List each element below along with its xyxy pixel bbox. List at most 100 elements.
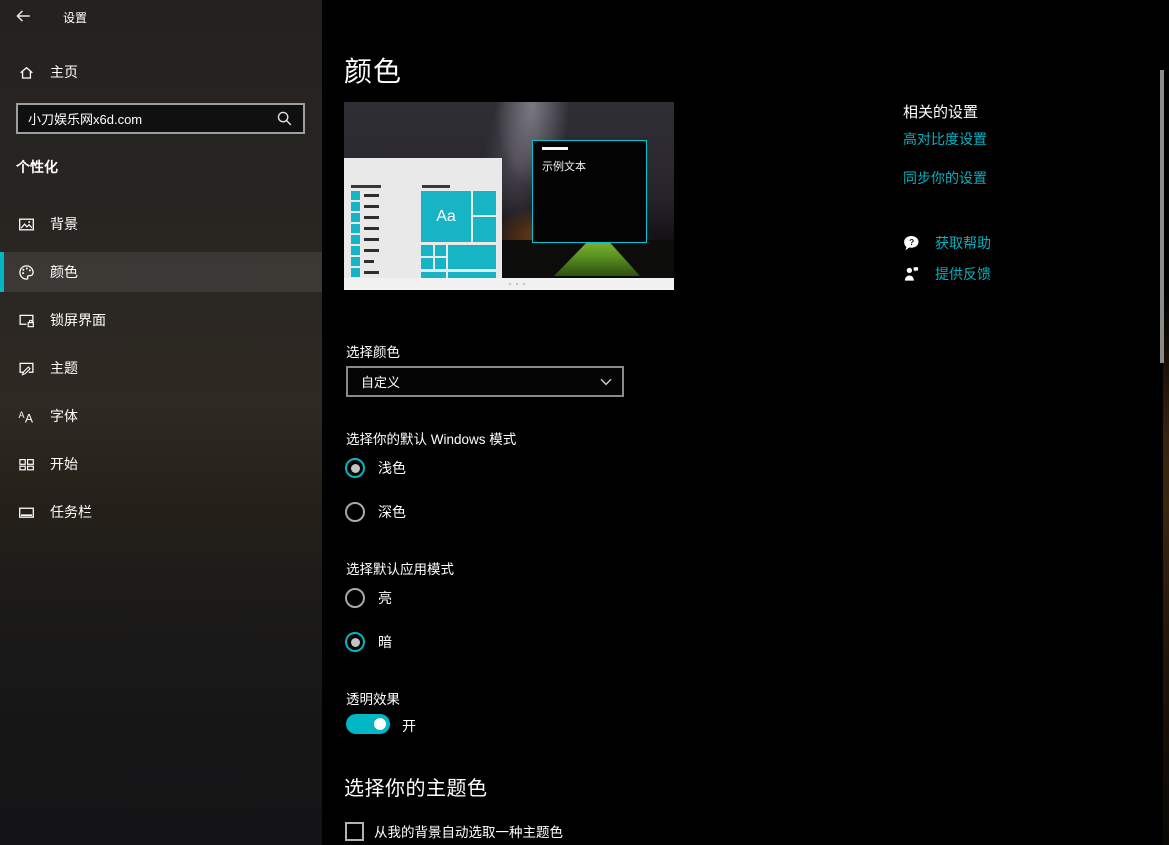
sidebar-item-taskbar[interactable]: 任务栏: [0, 492, 322, 532]
preview-tile: [435, 258, 447, 269]
toggle-state-label: 开: [402, 716, 416, 736]
preview-taskbar-dots: [509, 283, 529, 285]
preview-sample-dash: [542, 147, 568, 150]
radio-label: 深色: [378, 502, 406, 522]
preview-tile: [421, 245, 433, 256]
get-help-link[interactable]: ? 获取帮助: [902, 233, 991, 253]
preview-tile: [448, 245, 496, 269]
windows-mode-label: 选择你的默认 Windows 模式: [346, 428, 516, 448]
radio-windows-dark[interactable]: 深色: [345, 502, 406, 522]
preview-menu-square: [351, 235, 360, 244]
search-input[interactable]: [18, 111, 276, 126]
sidebar-item-start[interactable]: 开始: [0, 444, 322, 484]
help-bubble-icon: ?: [902, 234, 920, 252]
preview-menu-dash: [364, 205, 379, 208]
preview-sample-text: 示例文本: [542, 158, 586, 174]
background-image-icon: [18, 216, 35, 233]
radio-label: 暗: [378, 632, 392, 652]
sidebar-item-label: 主题: [50, 358, 78, 378]
sidebar-item-home[interactable]: 主页: [0, 52, 322, 92]
fonts-icon: AA: [18, 408, 35, 425]
radio-icon[interactable]: [345, 502, 365, 522]
preview-menu-dash: [364, 238, 379, 241]
radio-app-light[interactable]: 亮: [345, 588, 392, 608]
help-link-label: 获取帮助: [935, 233, 991, 253]
app-mode-label: 选择默认应用模式: [346, 558, 454, 578]
radio-app-dark[interactable]: 暗: [345, 632, 392, 652]
preview-tile: [435, 245, 447, 256]
palette-icon: [18, 264, 35, 281]
svg-text:A: A: [25, 411, 34, 425]
svg-text:A: A: [19, 410, 25, 420]
theme-preview: Aa 示例文本: [344, 102, 674, 290]
sidebar-item-label: 字体: [50, 406, 78, 426]
sidebar-item-themes[interactable]: 主题: [0, 348, 322, 388]
preview-tile: [421, 258, 433, 269]
preview-menu-square: [351, 257, 360, 266]
section-header-personalization: 个性化: [16, 157, 58, 177]
preview-menu-dash: [364, 194, 379, 197]
sidebar-item-label: 颜色: [50, 262, 78, 282]
sidebar-item-colors[interactable]: 颜色: [0, 252, 322, 292]
sidebar-item-label: 背景: [50, 214, 78, 234]
sidebar-item-lockscreen[interactable]: 锁屏界面: [0, 300, 322, 340]
radio-windows-light[interactable]: 浅色: [345, 458, 406, 478]
link-high-contrast[interactable]: 高对比度设置: [903, 129, 987, 149]
transparency-toggle[interactable]: [346, 714, 390, 734]
main-content: 颜色: [322, 0, 1169, 845]
feedback-person-icon: [903, 265, 920, 283]
sidebar-item-label: 主页: [50, 62, 78, 82]
taskbar-icon: [18, 504, 35, 521]
radio-icon[interactable]: [345, 458, 365, 478]
sidebar-item-background[interactable]: 背景: [0, 204, 322, 244]
sidebar-item-label: 开始: [50, 454, 78, 474]
home-icon: [18, 64, 35, 81]
preview-taskbar: [344, 278, 674, 290]
preview-menu-square: [351, 191, 360, 200]
color-select-label: 选择颜色: [346, 341, 400, 361]
back-arrow-icon: [13, 7, 33, 25]
search-box[interactable]: [16, 103, 305, 134]
preview-start-menu: Aa: [344, 158, 502, 280]
preview-menu-square: [351, 268, 360, 277]
radio-icon[interactable]: [345, 588, 365, 608]
settings-window: 设置 主页 个性化 背景 颜色: [0, 0, 1169, 845]
preview-menu-square: [351, 213, 360, 222]
checkbox-label: 从我的背景自动选取一种主题色: [374, 821, 563, 841]
preview-menu-square: [351, 224, 360, 233]
preview-menu-square: [351, 202, 360, 211]
dropdown-value: 自定义: [361, 372, 400, 391]
chevron-down-icon: [600, 378, 612, 386]
radio-label: 亮: [378, 588, 392, 608]
toggle-knob: [374, 718, 386, 730]
radio-icon[interactable]: [345, 632, 365, 652]
link-sync-settings[interactable]: 同步你的设置: [903, 168, 987, 188]
preview-menu-dash: [364, 249, 379, 252]
start-layout-icon: [18, 456, 35, 473]
preview-sample-window: 示例文本: [532, 140, 647, 243]
sidebar: 设置 主页 个性化 背景 颜色: [0, 0, 322, 845]
accent-color-heading: 选择你的主题色: [344, 772, 488, 801]
sidebar-item-label: 锁屏界面: [50, 310, 106, 330]
preview-tile: [473, 217, 496, 242]
radio-label: 浅色: [378, 458, 406, 478]
auto-accent-checkbox[interactable]: [345, 822, 364, 841]
color-select-dropdown[interactable]: 自定义: [346, 366, 624, 397]
lockscreen-icon: [18, 312, 35, 329]
search-icon[interactable]: [276, 110, 296, 127]
preview-accent-tile: Aa: [421, 191, 471, 242]
scrollbar-thumb[interactable]: [1160, 70, 1164, 363]
back-button[interactable]: [13, 7, 37, 27]
preview-menu-title-dash: [351, 185, 381, 188]
preview-menu-dash: [364, 216, 379, 219]
feedback-link-label: 提供反馈: [935, 264, 991, 284]
sidebar-item-fonts[interactable]: AA 字体: [0, 396, 322, 436]
preview-menu-square: [351, 246, 360, 255]
auto-accent-row[interactable]: 从我的背景自动选取一种主题色: [345, 821, 563, 841]
svg-text:?: ?: [909, 237, 914, 247]
app-title: 设置: [63, 9, 87, 26]
preview-tile: [473, 191, 496, 215]
sidebar-item-label: 任务栏: [50, 502, 92, 522]
give-feedback-link[interactable]: 提供反馈: [903, 264, 991, 284]
preview-menu-dash: [364, 260, 374, 263]
